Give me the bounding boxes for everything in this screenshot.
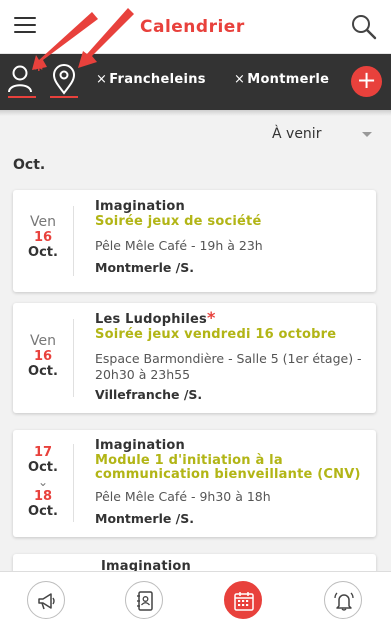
location-filter-underline (50, 96, 78, 98)
event-title: Module 1 d'initiation à la communication… (95, 453, 361, 482)
chevron-down-icon (362, 132, 372, 137)
event-day-to: 18 (33, 489, 53, 504)
chip-label: Francheleins (109, 72, 206, 87)
nav-news[interactable] (27, 581, 65, 619)
nav-notifications[interactable] (324, 581, 362, 619)
chip-label: Montmerle (247, 72, 330, 87)
bell-icon (334, 592, 354, 611)
location-pin-icon (52, 64, 76, 95)
event-date: Ven 16 Oct. (13, 214, 73, 260)
event-day-from: 17 (33, 445, 53, 460)
megaphone-icon (38, 593, 55, 610)
date-divider (73, 319, 74, 397)
user-filter-button[interactable]: * (4, 60, 43, 100)
date-divider (73, 444, 74, 522)
organizer-name: Imagination (95, 199, 186, 214)
event-city: Montmerle /S. (95, 260, 194, 275)
filter-chip-francheleins[interactable]: × Francheleins (96, 72, 206, 87)
event-info: Imagination Module 1 d'initiation à la c… (95, 438, 362, 526)
filter-bar-shadow (0, 110, 391, 116)
location-filter-button[interactable] (46, 62, 82, 100)
event-title: Soirée jeux de société (95, 214, 262, 229)
event-card[interactable]: 17 Oct. ⌄ 18 Oct. Imagination Module 1 d… (13, 430, 376, 537)
add-button[interactable]: + (351, 66, 382, 97)
event-title: Soirée jeux vendredi 16 octobre (95, 327, 337, 342)
event-organizer: Imagination (95, 199, 362, 214)
event-month-to: Oct. (28, 504, 58, 519)
nav-directory[interactable] (125, 581, 163, 619)
remove-chip-icon[interactable]: × (96, 72, 107, 87)
organizer-name: Les Ludophiles (95, 312, 207, 327)
event-weekday: Ven (30, 214, 56, 230)
event-place: Espace Barmondière - Salle 5 (1er étage)… (95, 351, 362, 382)
event-info: Imagination Soirée jeux de société Pêle … (95, 199, 362, 275)
top-bar: Calendrier (0, 0, 391, 54)
chevron-down-icon: ⌄ (37, 475, 49, 489)
event-weekday: Ven (30, 333, 56, 349)
event-card[interactable]: Ven 16 Oct. Imagination Soirée jeux de s… (13, 190, 376, 292)
bottom-nav (0, 571, 391, 624)
event-info: Les Ludophiles* Soirée jeux vendredi 16 … (95, 308, 362, 402)
month-heading: Oct. (13, 157, 46, 173)
event-card[interactable]: Ven 16 Oct. Les Ludophiles* Soirée jeux … (13, 303, 376, 413)
event-date: Ven 16 Oct. (13, 333, 73, 379)
favorite-star: * (206, 308, 216, 327)
nav-calendar[interactable] (224, 581, 262, 619)
event-city: Villefranche /S. (95, 387, 203, 402)
event-place: Pêle Mêle Café - 19h à 23h (95, 238, 263, 253)
sort-select-value: À venir (272, 126, 322, 142)
date-divider (73, 206, 74, 276)
remove-chip-icon[interactable]: × (234, 72, 245, 87)
sort-select[interactable]: À venir (272, 126, 376, 146)
event-day: 16 (33, 349, 53, 364)
search-icon[interactable] (349, 12, 379, 42)
filter-bar: * × Francheleins × Montmerle + (0, 54, 391, 110)
event-place: Pêle Mêle Café - 9h30 à 18h (95, 489, 271, 504)
page-title: Calendrier (140, 17, 245, 37)
event-month: Oct. (28, 245, 58, 260)
event-month: Oct. (28, 364, 58, 379)
event-city: Montmerle /S. (95, 511, 194, 526)
menu-icon[interactable] (14, 17, 36, 35)
calendar-icon (234, 592, 254, 611)
filter-chip-montmerle[interactable]: × Montmerle (234, 72, 329, 87)
event-organizer: Les Ludophiles* (95, 308, 362, 327)
favorite-star: * (34, 60, 43, 79)
event-day: 16 (33, 230, 53, 245)
address-book-icon (137, 591, 153, 611)
event-month-from: Oct. (28, 460, 58, 475)
event-date-range: 17 Oct. ⌄ 18 Oct. (13, 445, 73, 519)
user-filter-underline (8, 96, 36, 98)
event-organizer: Imagination (95, 438, 186, 453)
